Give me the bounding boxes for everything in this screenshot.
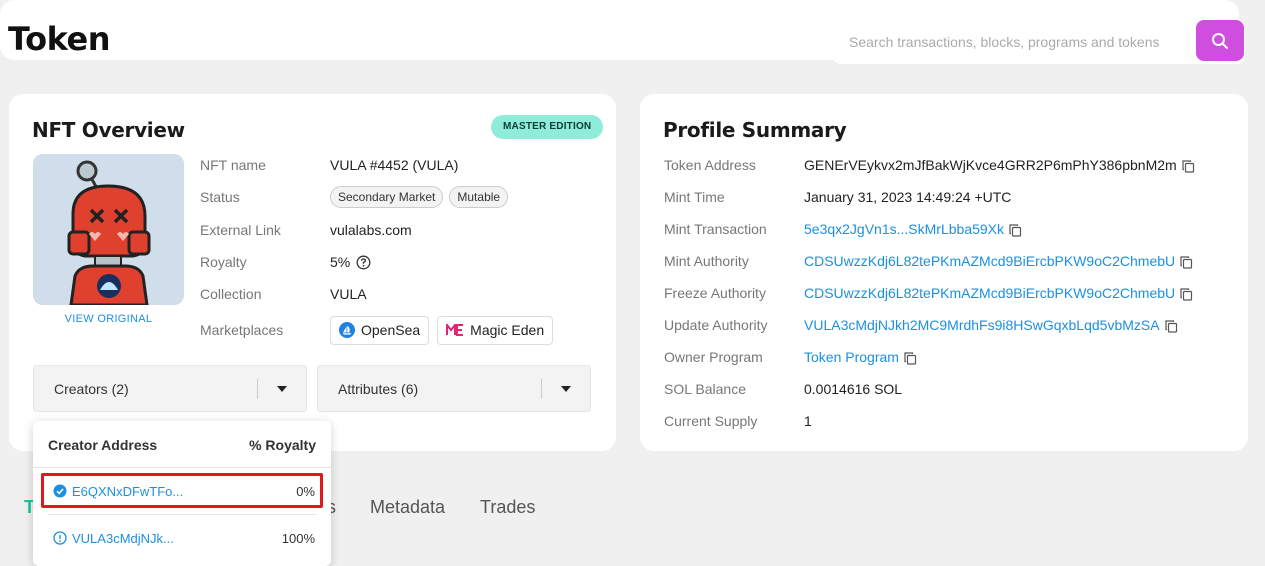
freeze-authority-link[interactable]: CDSUwzzKdj6L82tePKmAZMcd9BiErcbPKW9oC2Ch… [804, 285, 1175, 301]
master-edition-badge: MASTER EDITION [491, 115, 604, 139]
status-row: Status Secondary Market Mutable [200, 186, 509, 208]
token-address-label: Token Address [664, 157, 756, 173]
current-supply-label: Current Supply [664, 413, 758, 429]
nft-overview-title: NFT Overview [32, 118, 185, 142]
copy-icon[interactable] [1009, 224, 1022, 237]
mint-time-label: Mint Time [664, 189, 725, 205]
mint-authority-link[interactable]: CDSUwzzKdj6L82tePKmAZMcd9BiErcbPKW9oC2Ch… [804, 253, 1175, 269]
attributes-dropdown[interactable]: Attributes (6) [317, 365, 591, 412]
search-icon [1212, 32, 1228, 49]
copy-icon[interactable] [1180, 256, 1193, 269]
creator-address-link[interactable]: VULA3cMdjNJk... [72, 531, 174, 546]
mint-authority-row: Mint Authority CDSUwzzKdj6L82tePKmAZMcd9… [664, 250, 1193, 272]
creators-popover: Creator Address % Royalty E6QXNxDFwTFo..… [33, 421, 331, 566]
copy-icon[interactable] [1182, 160, 1195, 173]
divider [33, 467, 331, 468]
magic-eden-button[interactable]: Magic Eden [437, 315, 554, 345]
tab-trades[interactable]: Trades [480, 497, 535, 518]
magic-eden-icon [446, 324, 464, 336]
status-tag-mutable: Mutable [449, 186, 509, 208]
marketplaces-row: Marketplaces OpenSea Magic Eden [200, 315, 554, 345]
opensea-label: OpenSea [361, 322, 421, 338]
owner-program-row: Owner Program Token Program [664, 346, 917, 368]
royalty-row: Royalty 5% [200, 251, 371, 273]
creators-dropdown[interactable]: Creators (2) [33, 365, 307, 412]
caret-down-icon [277, 385, 287, 392]
opensea-icon [339, 322, 355, 338]
info-icon [53, 531, 67, 545]
royalty-value: 5% [330, 254, 351, 270]
help-icon[interactable] [356, 255, 371, 270]
freeze-authority-row: Freeze Authority CDSUwzzKdj6L82tePKmAZMc… [664, 282, 1193, 304]
current-supply-row: Current Supply 1 [664, 410, 812, 432]
freeze-authority-label: Freeze Authority [664, 285, 766, 301]
collection-row: Collection VULA [200, 283, 367, 305]
copy-icon[interactable] [1180, 288, 1193, 301]
nft-name-label: NFT name [200, 157, 266, 173]
profile-summary-card: Profile Summary Token Address GENErVEykv… [640, 94, 1248, 451]
profile-summary-title: Profile Summary [663, 118, 847, 142]
nft-image[interactable] [33, 154, 184, 305]
sol-balance-row: SOL Balance 0.0014616 SOL [664, 378, 902, 400]
collection-value[interactable]: VULA [330, 286, 367, 302]
external-link-row: External Link vulalabs.com [200, 219, 412, 241]
creator-row: E6QXNxDFwTFo... 0% [53, 480, 315, 502]
creator-royalty: 0% [296, 483, 315, 499]
mint-time-row: Mint Time January 31, 2023 14:49:24 +UTC [664, 186, 1011, 208]
mint-authority-label: Mint Authority [664, 253, 749, 269]
page-title: Token [8, 20, 110, 58]
current-supply-value: 1 [804, 413, 812, 429]
divider [48, 514, 316, 515]
robot-avatar-image [33, 154, 184, 305]
search-bar [833, 19, 1245, 64]
status-tag-secondary-market: Secondary Market [330, 186, 444, 208]
owner-program-label: Owner Program [664, 349, 763, 365]
view-original-link[interactable]: VIEW ORIGINAL [33, 313, 184, 325]
attributes-dropdown-label: Attributes (6) [338, 380, 419, 397]
verified-check-icon [53, 484, 67, 498]
opensea-button[interactable]: OpenSea [330, 315, 430, 345]
caret-down-icon [561, 385, 571, 392]
collection-label: Collection [200, 286, 262, 302]
nft-name-value: VULA #4452 (VULA) [330, 157, 459, 173]
status-label: Status [200, 189, 240, 205]
creator-address-header: Creator Address [48, 437, 158, 453]
token-address-row: Token Address GENErVEykvx2mJfBakWjKvce4G… [664, 154, 1195, 176]
creators-dropdown-label: Creators (2) [54, 380, 129, 397]
owner-program-link[interactable]: Token Program [804, 349, 899, 365]
mint-transaction-link[interactable]: 5e3qx2JgVn1s...SkMrLbba59Xk [804, 221, 1004, 237]
mint-transaction-row: Mint Transaction 5e3qx2JgVn1s...SkMrLbba… [664, 218, 1022, 240]
copy-icon[interactable] [1164, 320, 1178, 333]
sol-balance-value: 0.0014616 SOL [804, 381, 903, 397]
nft-overview-card: NFT Overview MASTER EDITION VIEW ORIGINA… [9, 94, 616, 451]
creators-table-header: Creator Address % Royalty [48, 437, 316, 453]
copy-icon[interactable] [904, 352, 917, 365]
creator-address-link[interactable]: E6QXNxDFwTFo... [72, 484, 183, 499]
mint-transaction-label: Mint Transaction [664, 221, 767, 237]
creator-royalty: 100% [281, 530, 315, 546]
tab-metadata[interactable]: Metadata [370, 497, 445, 518]
external-link-value[interactable]: vulalabs.com [330, 222, 412, 238]
mint-time-value: January 31, 2023 14:49:24 +UTC [804, 189, 1012, 205]
search-input[interactable] [833, 19, 1193, 64]
update-authority-row: Update Authority VULA3cMdjNJkh2MC9MrdhFs… [664, 314, 1178, 336]
marketplaces-label: Marketplaces [200, 322, 284, 338]
search-button[interactable] [1196, 20, 1244, 61]
nft-name-row: NFT name VULA #4452 (VULA) [200, 154, 458, 176]
update-authority-link[interactable]: VULA3cMdjNJkh2MC9MrdhFs9i8HSwGqxbLqd5vbM… [804, 317, 1160, 333]
update-authority-label: Update Authority [664, 317, 768, 333]
royalty-header: % Royalty [249, 437, 316, 453]
external-link-label: External Link [200, 222, 281, 238]
token-address-value: GENErVEykvx2mJfBakWjKvce4GRR2P6mPhY386pb… [804, 157, 1177, 173]
creator-row: VULA3cMdjNJk... 100% [53, 527, 315, 549]
royalty-label: Royalty [200, 254, 247, 270]
magic-eden-label: Magic Eden [470, 322, 545, 338]
sol-balance-label: SOL Balance [664, 381, 746, 397]
